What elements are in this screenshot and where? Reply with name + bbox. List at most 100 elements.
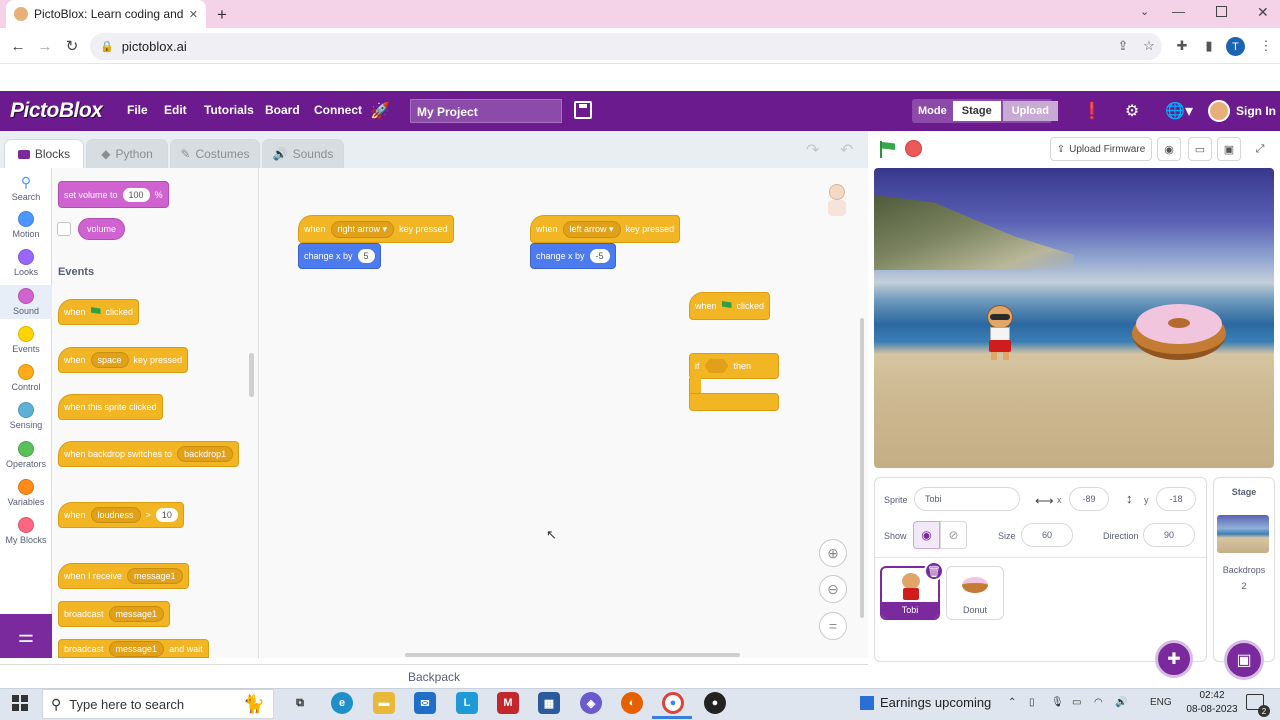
category-motion[interactable]: Motion [0, 211, 52, 239]
tray-chevron-icon[interactable]: ⌃ [1008, 697, 1016, 708]
file-explorer-icon[interactable]: ▬ [373, 692, 395, 714]
side-panel-icon[interactable]: ▮ [1199, 36, 1219, 56]
chrome-icon[interactable]: ● [662, 692, 684, 714]
donut-sprite[interactable] [1132, 304, 1226, 360]
sprite-name-input[interactable]: Tobi [914, 487, 1020, 511]
tab-sounds[interactable]: 🔊 Sounds [262, 139, 344, 168]
volume-checkbox[interactable] [57, 222, 71, 236]
broadcast-block[interactable]: broadcast message1 [58, 601, 171, 627]
menu-edit[interactable]: Edit [164, 103, 187, 117]
category-looks[interactable]: Looks [0, 249, 52, 277]
backdrop-dropdown[interactable]: backdrop1 [177, 446, 234, 462]
when-sprite-clicked-block[interactable]: when this sprite clicked [58, 394, 163, 420]
right-arrow-dropdown[interactable]: right arrow ▾ [330, 220, 395, 238]
save-icon[interactable] [574, 101, 592, 119]
new-tab-icon[interactable]: + [217, 5, 227, 25]
project-name-input[interactable]: My Project [410, 99, 562, 123]
direction-input[interactable]: 90 [1143, 523, 1195, 547]
when-flag-clicked-block[interactable]: when clicked [58, 299, 140, 325]
zoom-reset-icon[interactable]: = [819, 612, 847, 640]
tab-search-icon[interactable]: ⌄ [1140, 5, 1149, 18]
gear-icon[interactable]: ⚙ [1122, 101, 1142, 121]
pictoblox-logo[interactable]: PictoBlox [10, 99, 103, 123]
backdrop-thumbnail[interactable] [1217, 515, 1269, 553]
add-sprite-button[interactable]: ✚ [1155, 640, 1193, 678]
maximize-icon[interactable] [1216, 6, 1227, 17]
menu-connect[interactable]: Connect [314, 103, 362, 117]
language-globe-icon[interactable]: 🌐▾ [1164, 101, 1194, 121]
x-input[interactable]: -89 [1069, 487, 1109, 511]
show-eye-icon[interactable]: ◉ [913, 521, 940, 549]
broadcast-and-wait-block[interactable]: broadcast message1 and wait [58, 639, 209, 658]
feedback-icon[interactable]: ❗ [1082, 101, 1102, 121]
mode-stage-button[interactable]: Stage [952, 101, 1001, 121]
pictoblox-taskbar-icon[interactable]: ● [704, 692, 726, 714]
category-variables[interactable]: Variables [0, 479, 52, 507]
upload-firmware-button[interactable]: ⇪ Upload Firmware [1050, 137, 1152, 161]
store-icon[interactable]: ▦ [538, 692, 560, 714]
zoom-in-icon[interactable]: ⊕ [819, 539, 847, 567]
change-x-left-block[interactable]: change x by -5 [530, 243, 616, 269]
mode-upload-button[interactable]: Upload [1002, 101, 1058, 121]
hide-eye-icon[interactable]: ⊘ [940, 521, 967, 549]
backpack-bar[interactable]: Backpack [0, 664, 868, 688]
app-icon[interactable]: ◈ [580, 692, 602, 714]
condition-slot[interactable] [704, 359, 729, 373]
palette-scrollbar[interactable] [249, 353, 254, 397]
redo-icon[interactable]: ↷ [806, 140, 819, 160]
close-window-icon[interactable]: ✕ [1257, 4, 1269, 21]
mcafee-icon[interactable]: M [497, 692, 519, 714]
forward-arrow-icon[interactable]: → [35, 36, 55, 56]
microphone-icon[interactable]: 🎙 [1051, 697, 1064, 708]
category-sound[interactable]: Sound [0, 285, 52, 319]
taskbar-clock[interactable]: 02:42 08-08-2023 [1186, 689, 1238, 717]
firefox-icon[interactable]: ◐ [621, 692, 643, 714]
browser-menu-icon[interactable]: ⋮ [1256, 36, 1276, 56]
tab-costumes[interactable]: ✎ Costumes [170, 139, 260, 168]
reload-icon[interactable]: ↻ [62, 36, 82, 56]
l-app-icon[interactable]: L [456, 692, 478, 714]
stop-icon[interactable] [905, 140, 922, 157]
add-extension-button[interactable]: ⚌ [0, 614, 52, 658]
green-flag-run-icon[interactable] [878, 140, 896, 158]
volume-value-input[interactable]: 100 [122, 187, 150, 202]
category-my-blocks[interactable]: My Blocks [0, 517, 52, 545]
message-dropdown[interactable]: message1 [127, 568, 183, 584]
fullscreen-icon[interactable]: ⤢ [1248, 137, 1272, 161]
sign-in-button[interactable]: Sign In [1208, 100, 1276, 122]
rocket-icon[interactable]: 🚀 [370, 101, 390, 121]
profile-avatar[interactable]: T [1226, 37, 1245, 56]
category-search[interactable]: ⚲ Search [0, 174, 52, 202]
add-backdrop-button[interactable]: ▣ [1224, 640, 1264, 680]
category-operators[interactable]: Operators [0, 441, 52, 469]
message-dropdown[interactable]: message1 [108, 640, 165, 657]
category-control[interactable]: Control [0, 364, 52, 392]
delete-sprite-icon[interactable]: 🗑 [924, 561, 944, 581]
minimize-icon[interactable]: — [1172, 4, 1185, 19]
address-bar[interactable]: 🔒 pictoblox.ai [90, 33, 1162, 60]
workspace-horizontal-scrollbar[interactable] [405, 653, 740, 657]
when-backdrop-switches-block[interactable]: when backdrop switches to backdrop1 [58, 441, 240, 467]
camera-icon[interactable]: ◉ [1157, 137, 1181, 161]
extensions-icon[interactable]: ✚ [1172, 36, 1192, 56]
volume-icon[interactable]: 🔊 [1115, 697, 1127, 708]
zoom-out-icon[interactable]: ⊖ [819, 575, 847, 603]
windows-start-icon[interactable] [12, 695, 28, 711]
when-key-pressed-block[interactable]: when space key pressed [58, 347, 189, 373]
edge-icon[interactable]: e [331, 692, 353, 714]
battery-icon[interactable]: ▭ [1072, 697, 1081, 708]
news-widget[interactable]: Earnings upcoming [860, 695, 991, 710]
set-volume-block[interactable]: set volume to 100 % [58, 181, 169, 208]
small-stage-icon[interactable]: ▭ [1188, 137, 1212, 161]
workspace-vertical-scrollbar[interactable] [860, 318, 864, 618]
loudness-dropdown[interactable]: loudness [90, 507, 141, 523]
tab-python[interactable]: ◆ Python [86, 139, 168, 168]
close-tab-icon[interactable]: ✕ [189, 8, 198, 21]
key-dropdown[interactable]: space [90, 352, 129, 368]
volume-reporter[interactable]: volume [78, 218, 126, 240]
task-view-icon[interactable]: ⧉ [289, 692, 311, 714]
wifi-icon[interactable]: ◠ [1094, 697, 1103, 708]
category-sensing[interactable]: Sensing [0, 402, 52, 430]
category-events[interactable]: Events [0, 326, 52, 354]
message-dropdown[interactable]: message1 [108, 606, 165, 622]
